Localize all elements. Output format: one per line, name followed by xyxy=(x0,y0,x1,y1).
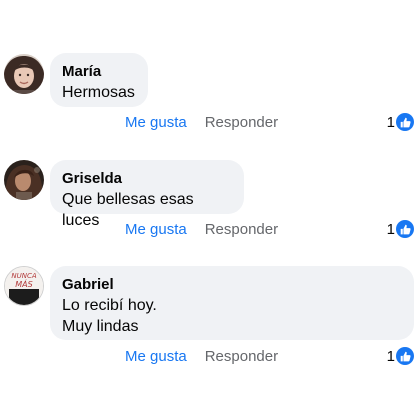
reaction-summary[interactable]: 1 xyxy=(387,347,414,365)
comment-actions: Me gusta Responder xyxy=(125,348,278,366)
like-button[interactable]: Me gusta xyxy=(125,348,187,365)
profile-photo-icon xyxy=(4,54,44,94)
reaction-summary[interactable]: 1 xyxy=(387,113,414,131)
like-button[interactable]: Me gusta xyxy=(125,221,187,238)
like-thumb-icon xyxy=(396,220,414,238)
svg-text:MÁS: MÁS xyxy=(15,278,32,289)
reaction-count: 1 xyxy=(386,347,395,365)
comment-bubble: Griselda Que bellesas esas luces xyxy=(50,160,244,229)
reply-button[interactable]: Responder xyxy=(205,221,278,238)
comment-bubble: María Hermosas xyxy=(50,53,148,107)
avatar[interactable] xyxy=(4,54,44,94)
comment-bubble: Gabriel Lo recibí hoy. Muy lindas xyxy=(50,266,414,340)
reaction-count: 1 xyxy=(386,113,395,131)
reaction-summary[interactable]: 1 xyxy=(387,220,414,238)
comment-text: Lo recibí hoy. xyxy=(62,297,157,314)
comment-text: Hermosas xyxy=(62,84,135,101)
comment-author[interactable]: Griselda xyxy=(62,169,232,189)
comment-actions: Me gusta Responder xyxy=(125,221,278,239)
svg-text:NUNCA: NUNCA xyxy=(11,272,36,280)
reaction-count: 1 xyxy=(386,220,395,238)
like-thumb-icon xyxy=(396,347,414,365)
comment-actions: Me gusta Responder xyxy=(125,114,278,132)
reply-button[interactable]: Responder xyxy=(205,114,278,131)
like-thumb-icon xyxy=(396,113,414,131)
comment-text: Muy lindas xyxy=(62,318,139,335)
reply-button[interactable]: Responder xyxy=(205,348,278,365)
profile-photo-icon: NUNCA MÁS xyxy=(5,267,43,305)
profile-photo-icon xyxy=(4,160,44,200)
avatar[interactable] xyxy=(4,160,44,200)
comment-author[interactable]: María xyxy=(62,62,136,82)
like-button[interactable]: Me gusta xyxy=(125,114,187,131)
avatar[interactable]: NUNCA MÁS xyxy=(4,266,44,306)
comment-author[interactable]: Gabriel xyxy=(62,275,402,295)
